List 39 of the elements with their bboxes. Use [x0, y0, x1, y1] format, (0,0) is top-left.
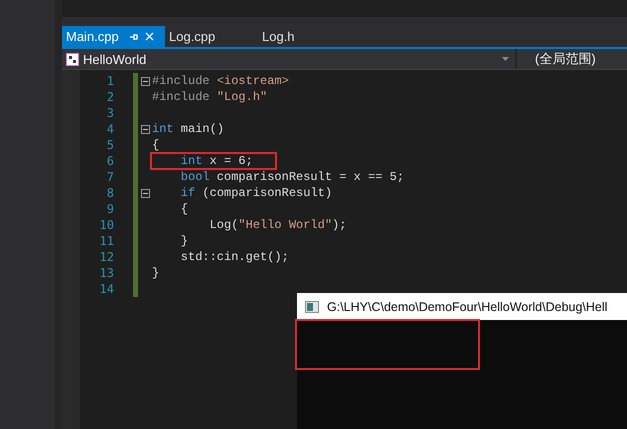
code-line: std::cin.get(); [180, 249, 290, 266]
code-line: } [151, 265, 160, 282]
line-number: 3 [106, 106, 114, 120]
code-line: #include <iostream> [151, 73, 290, 90]
close-icon[interactable] [144, 32, 154, 41]
collapse-icon[interactable] [140, 124, 150, 134]
code-line: { [151, 137, 160, 154]
pin-icon[interactable] [128, 32, 139, 42]
collapse-icon[interactable] [140, 188, 150, 198]
line-number: 13 [100, 266, 114, 280]
code-line: } [180, 233, 190, 250]
project-dropdown[interactable]: HelloWorld [62, 49, 517, 69]
line-number: 1 [106, 74, 114, 88]
collapse-icon[interactable] [140, 76, 150, 86]
line-number: 8 [106, 186, 114, 200]
code-line: #include "Log.h" [151, 89, 268, 106]
scope-dropdown[interactable]: (全局范围) [517, 49, 627, 69]
line-number: 7 [106, 170, 114, 184]
line-number: 9 [106, 202, 114, 216]
file-tab[interactable]: Log.cpp [165, 26, 258, 47]
console-app-icon [305, 300, 319, 312]
line-number: 2 [106, 90, 114, 104]
line-number: 11 [100, 234, 114, 248]
file-tab[interactable]: Main.cpp [62, 26, 165, 47]
code-line: Log("Hello World"); [208, 217, 348, 234]
line-number: 12 [100, 250, 114, 264]
line-number: 5 [106, 138, 114, 152]
code-line: if (comparisonResult) [180, 185, 334, 202]
line-number: 14 [100, 282, 114, 296]
code-line: int main() [151, 121, 226, 138]
dropdown-caret-icon [502, 57, 509, 61]
code-line: { [180, 201, 190, 218]
file-tab[interactable]: Log.h [258, 26, 351, 47]
line-number: 6 [106, 154, 114, 168]
project-icon [66, 52, 79, 66]
code-line: bool comparisonResult = x == 5; [180, 169, 406, 186]
console-title: G:\LHY\C\demo\DemoFour\HelloWorld\Debug\Hell [327, 300, 608, 314]
line-number: 10 [100, 218, 114, 232]
line-number: 4 [106, 122, 114, 136]
